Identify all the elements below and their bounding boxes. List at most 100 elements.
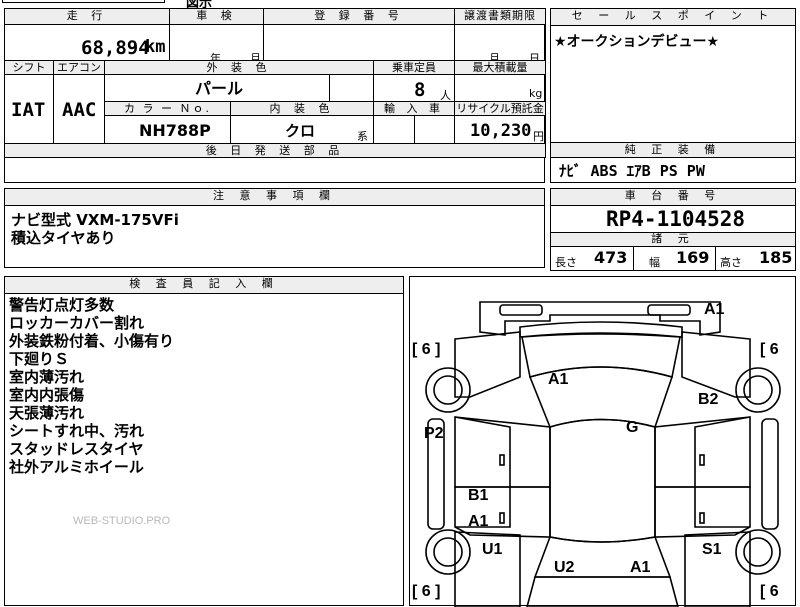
recycle-unit: 円 <box>533 130 544 143</box>
inspector-line: 外装鉄粉付着、小傷有り <box>9 332 175 350</box>
exterior-value: パール <box>195 79 244 98</box>
rear-door-right <box>654 486 751 538</box>
sales-point-panel: セ ー ル ス ポ イ ン ト ★オークションデビュー★ 純 正 装 備 ﾅﾋﾞ… <box>550 8 796 183</box>
mark-u1: U1 <box>482 541 503 558</box>
shift-cell: IAT <box>4 74 54 144</box>
capacity-label: 乗車定員 <box>373 60 455 75</box>
import-cell-1 <box>373 115 415 144</box>
notes-panel: 注 意 事 項 欄 ナビ型式 VXM-175VFi 積込タイヤあり <box>4 188 545 268</box>
handle-rear-right <box>699 512 705 524</box>
hood-area <box>521 333 681 379</box>
mark-a1-rear: A1 <box>630 559 651 576</box>
equipment-text: ﾅﾋﾞ ABS ｴｱB PS PW <box>559 162 705 180</box>
notes-line-2: 積込タイヤあり <box>11 229 116 247</box>
equipment-label: 純 正 装 備 <box>551 142 795 158</box>
chassis-value: RP4-1104528 <box>606 207 746 231</box>
notes-line-1: ナビ型式 VXM-175VFi <box>11 211 179 229</box>
import-label: 輸 入 車 <box>373 101 455 116</box>
shift-value: IAT <box>11 99 46 121</box>
front-fender-left <box>454 331 521 398</box>
tire-rl-value: 6 <box>421 583 431 600</box>
inspector-line: スタッドレスタイヤ <box>9 440 144 458</box>
recycle-cell: 10,230 円 <box>454 115 546 144</box>
spec-length-value: 473 <box>594 248 628 267</box>
car-diagram <box>425 301 781 607</box>
mark-a1-front-bumper: A1 <box>704 301 725 318</box>
damage-diagram-panel: [ 6 ] [ 6 [ 6 ] [ 6 A1 A1 B2 P2 G B1 A1 … <box>409 276 796 607</box>
mileage-value: 68,894 <box>81 37 150 59</box>
inspector-panel: 検 査 員 記 入 欄 警告灯点灯多数 ロッカーカバー割れ 外装鉄粉付着、小傷有り下… <box>4 276 404 606</box>
interior-unit: 系 <box>357 130 368 143</box>
tire-rear-left <box>425 529 471 575</box>
door-pillar-right <box>694 416 751 528</box>
door-pillar-left <box>454 416 511 528</box>
spec-height-value: 185 <box>759 248 793 267</box>
tire-fl-reading: [ 6 ] <box>412 341 441 358</box>
later-parts-label: 後 日 発 送 部 品 <box>4 143 546 158</box>
transfer-label: 譲渡書類期限 <box>454 8 546 25</box>
interior-value: クロ <box>285 122 316 140</box>
inspection-label: 車 検 <box>169 8 264 25</box>
interior-cell: クロ 系 <box>230 115 374 144</box>
inspector-line: ロッカーカバー割れ <box>9 314 145 332</box>
shift-label: シフト <box>4 60 54 75</box>
roof <box>549 418 656 543</box>
mark-g: G <box>626 419 639 436</box>
capacity-value: 8 <box>414 79 426 101</box>
spec-width-label: 幅 <box>649 256 660 269</box>
registration-label: 登 録 番 号 <box>263 8 455 25</box>
inspector-line: 下廻りＳ <box>9 350 70 368</box>
front-door-left <box>454 416 551 488</box>
wheel-rear-right <box>743 537 773 567</box>
mark-b1: B1 <box>468 487 489 504</box>
tire-fl-value: 6 <box>421 341 431 358</box>
max-load-unit: kg <box>529 87 543 100</box>
tire-front-left <box>425 367 471 413</box>
notes-label: 注 意 事 項 欄 <box>5 189 544 206</box>
mark-a1-door: A1 <box>468 513 489 530</box>
tailgate <box>526 576 679 607</box>
capacity-cell: 8 人 <box>373 74 455 102</box>
vehicle-info-grid: 走 行 車 検 登 録 番 号 譲渡書類期限 68,894 km 年 月 月 日… <box>4 8 546 184</box>
later-parts-cell <box>4 157 546 184</box>
front-lamp-left <box>499 304 543 316</box>
color-no-cell: NH788P <box>104 115 231 144</box>
tire-fr-value: 6 <box>769 341 779 358</box>
mileage-label: 走 行 <box>4 8 170 25</box>
tire-rear-right <box>735 529 781 575</box>
sales-point-text: ★オークションデビュー★ <box>554 34 720 50</box>
front-fender-right <box>681 331 751 398</box>
max-load-label: 最大積載量 <box>454 60 546 75</box>
tire-fr-reading: [ 6 <box>760 341 779 358</box>
mileage-unit: km <box>145 37 166 57</box>
mark-s1: S1 <box>702 541 722 558</box>
exterior-cell: パール <box>104 74 330 102</box>
exterior-label: 外 装 色 <box>104 60 374 75</box>
spec-length-label: 長さ <box>555 256 577 269</box>
front-bumper-shape <box>479 301 721 336</box>
mark-b2: B2 <box>698 391 719 408</box>
inspector-line: シートすれ中、汚れ <box>9 422 145 440</box>
spec-width-cell: 幅 169 <box>633 246 716 270</box>
import-cell-2 <box>414 115 455 144</box>
side-sill-right <box>761 418 779 530</box>
mark-a1-hood: A1 <box>548 371 569 388</box>
inspector-line: 警告灯点灯多数 <box>9 296 115 314</box>
sales-point-label: セ ー ル ス ポ イ ン ト <box>551 9 795 26</box>
inspector-line: 社外アルミホイール <box>9 458 144 476</box>
inspector-label: 検 査 員 記 入 欄 <box>5 277 403 294</box>
wheel-rear-left <box>433 537 463 567</box>
top-fragment-left <box>2 0 165 3</box>
color-no-value: NH788P <box>139 121 211 140</box>
inspector-line: 天張薄汚れ <box>9 404 85 422</box>
tire-front-right <box>735 367 781 413</box>
inspector-line: 室内薄汚れ <box>9 368 85 386</box>
tire-rr-reading: [ 6 <box>760 583 779 600</box>
inspector-line: 室内内張傷 <box>9 386 85 404</box>
mark-p2: P2 <box>424 425 444 442</box>
interior-label: 内 装 色 <box>230 101 374 116</box>
chassis-panel: 車 台 番 号 RP4-1104528 諸 元 長さ 473 幅 169 高さ … <box>550 188 796 271</box>
wheel-front-right <box>743 375 773 405</box>
spec-width-value: 169 <box>676 248 710 267</box>
mark-u2: U2 <box>554 559 575 576</box>
